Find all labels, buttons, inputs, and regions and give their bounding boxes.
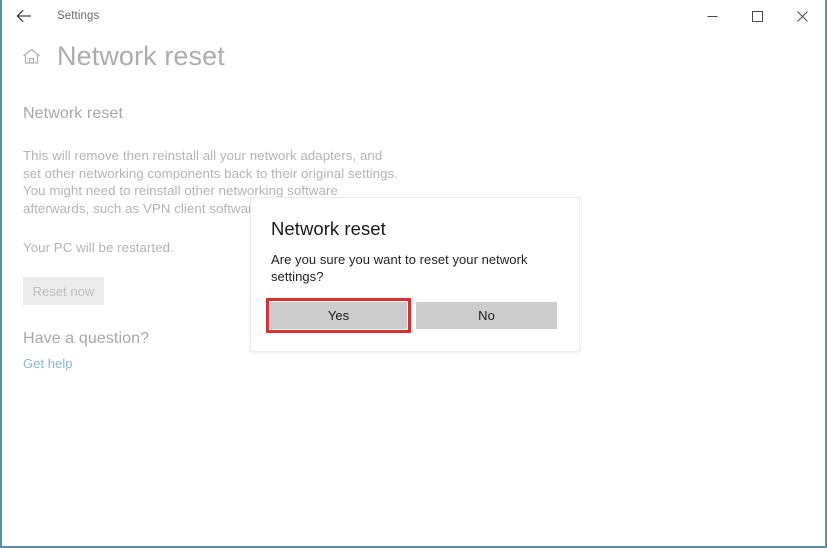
no-button[interactable]: No (416, 302, 557, 329)
back-arrow-icon (16, 9, 31, 23)
section-heading: Network reset (23, 105, 123, 122)
title-bar: Settings (2, 0, 825, 32)
page-header: Network reset (18, 43, 225, 70)
reset-now-button[interactable]: Reset now (23, 277, 104, 305)
maximize-icon (752, 10, 763, 22)
minimize-icon (707, 15, 718, 17)
close-button[interactable] (780, 0, 825, 32)
home-button[interactable] (18, 44, 44, 70)
minimize-button[interactable] (690, 0, 735, 32)
page-title: Network reset (57, 41, 225, 71)
close-icon (797, 10, 808, 22)
confirmation-dialog: Network reset Are you sure you want to r… (250, 197, 580, 352)
get-help-link[interactable]: Get help (23, 356, 73, 371)
dialog-title: Network reset (271, 218, 386, 239)
back-button[interactable] (2, 0, 46, 32)
settings-window: Settings Network reset Network reset Thi… (0, 0, 827, 548)
maximize-button[interactable] (735, 0, 780, 32)
window-controls (690, 0, 825, 32)
dialog-button-row: Yes No (266, 298, 557, 333)
window-title: Settings (57, 10, 100, 22)
dialog-message: Are you sure you want to reset your netw… (271, 252, 528, 284)
home-icon (22, 48, 40, 64)
yes-button[interactable]: Yes (266, 298, 411, 333)
